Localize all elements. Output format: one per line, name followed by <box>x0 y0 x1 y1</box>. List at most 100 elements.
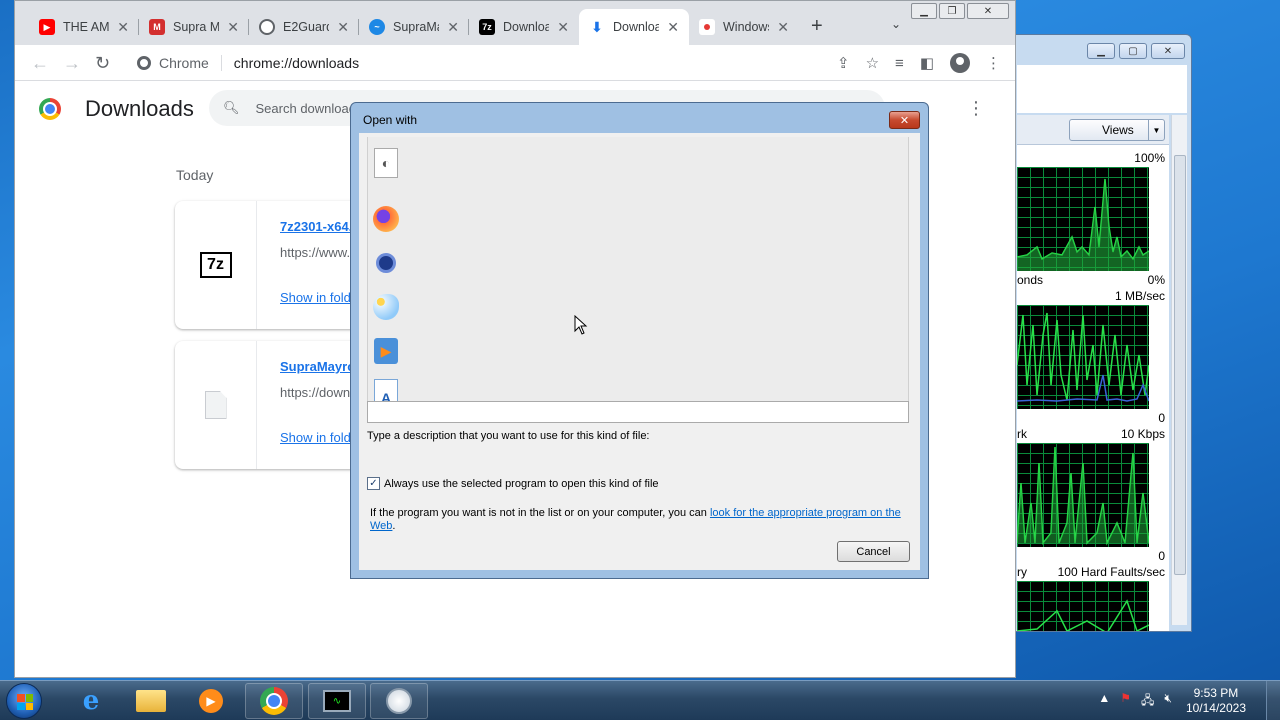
minimize-icon[interactable]: ▁ <box>1087 43 1115 59</box>
explorer-folder-icon[interactable] <box>122 683 180 719</box>
always-use-checkbox[interactable]: ✓ <box>367 477 380 490</box>
program-list[interactable]: ◐ ▶ A <box>367 137 909 423</box>
sysinternals-icon[interactable] <box>370 683 428 719</box>
windows-logo-icon <box>17 694 33 710</box>
close-icon[interactable]: ✕ <box>667 19 679 36</box>
paint-icon[interactable] <box>368 289 404 325</box>
tab-title: Windows <box>723 20 770 34</box>
close-icon[interactable]: ✕ <box>337 19 349 36</box>
chrome-icon[interactable] <box>245 683 303 719</box>
firefox-icon[interactable] <box>368 201 404 237</box>
tab-title: Download <box>503 20 550 34</box>
close-icon[interactable]: ✕ <box>447 19 459 36</box>
close-icon[interactable]: ✕ <box>1151 43 1185 59</box>
network-left-label: rk <box>1017 427 1027 441</box>
clock-time: 9:53 PM <box>1193 686 1239 700</box>
resmon-toolbar: Views ▼ <box>1017 115 1169 145</box>
help-text: If the program you want is not in the li… <box>370 507 915 533</box>
cpu-graph <box>1017 167 1149 271</box>
cancel-button[interactable]: Cancel <box>837 541 910 562</box>
tab-e2guardian[interactable]: E2Guardian ✕ <box>249 9 359 45</box>
always-use-option[interactable]: ✓ Always use the selected program to ope… <box>367 477 659 490</box>
resmon-menu-area <box>1017 65 1187 113</box>
close-icon[interactable]: ✕ <box>557 19 569 36</box>
tab-supramayro[interactable]: ~ SupraMayro ✕ <box>359 9 469 45</box>
back-icon[interactable]: ← <box>31 53 49 74</box>
tab-7zip-download[interactable]: 7z Download ✕ <box>469 9 579 45</box>
disk-bottom-label: 0 <box>1158 411 1165 425</box>
edge-swirl-icon[interactable] <box>368 245 404 281</box>
tab-strip: ▶ THE AMAZ ✕ M Supra Mayro ✕ E2Guardian … <box>15 1 1015 45</box>
dot-icon <box>699 19 715 35</box>
memory-top-label: 100 Hard Faults/sec <box>1057 565 1165 579</box>
page-title: Downloads <box>85 96 194 121</box>
search-placeholder: Search downloads <box>255 100 363 116</box>
maximize-icon[interactable]: ▢ <box>1119 43 1147 59</box>
system-tray: ▲ ⚑ 🖧︎ 🔇︎ 9:53 PM 10/14/2023 <box>1098 681 1280 720</box>
clock[interactable]: 9:53 PM 10/14/2023 <box>1186 686 1246 716</box>
close-icon[interactable]: ✕ <box>777 19 789 36</box>
search-icon: 🔍︎ <box>223 100 240 115</box>
internet-explorer-icon[interactable]: e <box>62 683 120 719</box>
share-icon[interactable]: ⇪ <box>837 54 850 72</box>
forward-icon[interactable]: → <box>63 53 81 74</box>
network-graph <box>1017 443 1149 547</box>
profile-avatar[interactable] <box>950 53 970 73</box>
views-button[interactable]: Views ▼ <box>1069 119 1165 141</box>
tab-title: SupraMayro <box>393 20 439 34</box>
resource-monitor-icon[interactable]: ∿ <box>308 683 366 719</box>
always-use-label: Always use the selected program to open … <box>384 477 659 490</box>
volume-muted-icon[interactable]: 🔇︎ <box>1164 691 1172 712</box>
open-with-dialog: Open with ✕ ◐ ▶ A Type a description tha… <box>350 102 929 579</box>
network-icon[interactable]: 🖧︎ <box>1141 691 1154 712</box>
media-player-icon[interactable]: ▶ <box>182 683 240 719</box>
chrome-site-icon <box>137 56 151 70</box>
tab-downloads[interactable]: ⬇ Downloads ✕ <box>579 9 689 45</box>
tab-windows[interactable]: Windows ✕ <box>689 9 799 45</box>
tab-search-icon[interactable]: ⌄ <box>891 17 901 31</box>
resmon-titlebar: ▁ ▢ ✕ <box>1001 35 1191 65</box>
memory-graph-line <box>1017 599 1149 631</box>
internet-explorer-icon[interactable]: ◐ <box>368 145 404 181</box>
new-tab-button[interactable]: + <box>811 15 823 38</box>
reload-icon[interactable]: ↻ <box>95 53 110 74</box>
network-top-label: 10 Kbps <box>1120 427 1165 441</box>
close-window-icon[interactable]: ✕ <box>967 3 1009 19</box>
reading-list-icon[interactable]: ≡ <box>895 55 904 72</box>
show-desktop-button[interactable] <box>1266 681 1280 720</box>
site-chip: Chrome <box>159 55 209 71</box>
network-bottom-label: 0 <box>1158 549 1165 563</box>
help-text-body: If the program you want is not in the li… <box>370 507 710 519</box>
chevron-down-icon[interactable]: ▼ <box>1148 120 1164 140</box>
clock-date: 10/14/2023 <box>1185 701 1246 715</box>
resource-monitor-window: ▁ ▢ ✕ Views ▼ 100% onds 0% 1 MB/sec 0 rk… <box>1000 34 1192 632</box>
tab-youtube[interactable]: ▶ THE AMAZ ✕ <box>29 9 139 45</box>
restore-icon[interactable]: ❐ <box>939 3 965 19</box>
generic-file-icon <box>204 391 227 419</box>
cpu-bottom-label: 0% <box>1147 273 1165 287</box>
close-icon[interactable]: ✕ <box>227 19 239 36</box>
disk-top-label: 1 MB/sec <box>1114 289 1165 303</box>
url-text[interactable]: chrome://downloads <box>234 55 359 71</box>
scrollbar-thumb[interactable] <box>1174 155 1186 575</box>
more-actions-icon[interactable]: ⋮ <box>967 98 985 119</box>
help-text-end: . <box>392 520 396 532</box>
views-label: Views <box>1102 123 1134 137</box>
action-center-flag-icon[interactable]: ⚑ <box>1120 691 1131 712</box>
menu-kebab-icon[interactable]: ⋮ <box>986 54 1001 72</box>
address-bar[interactable]: Chrome chrome://downloads <box>127 49 845 77</box>
tab-supra-mayro[interactable]: M Supra Mayro ✕ <box>139 9 249 45</box>
close-icon[interactable]: ✕ <box>889 111 920 129</box>
resmon-scrollbar[interactable] <box>1171 115 1187 625</box>
taskbar: e ▶ ∿ ▲ ⚑ 🖧︎ 🔇︎ 9:53 PM 10/14/2023 <box>0 680 1280 720</box>
bookmark-star-icon[interactable]: ☆ <box>866 54 879 72</box>
minimize-icon[interactable]: ▁ <box>911 3 937 19</box>
side-panel-icon[interactable]: ◧ <box>920 54 934 72</box>
start-button[interactable] <box>6 683 42 719</box>
close-icon[interactable]: ✕ <box>117 19 129 36</box>
network-graph-line <box>1017 446 1149 546</box>
media-player-icon[interactable]: ▶ <box>368 333 404 369</box>
memory-left-label: ry <box>1017 565 1027 579</box>
show-hidden-icons-icon[interactable]: ▲ <box>1098 691 1110 712</box>
description-input[interactable] <box>367 401 909 423</box>
